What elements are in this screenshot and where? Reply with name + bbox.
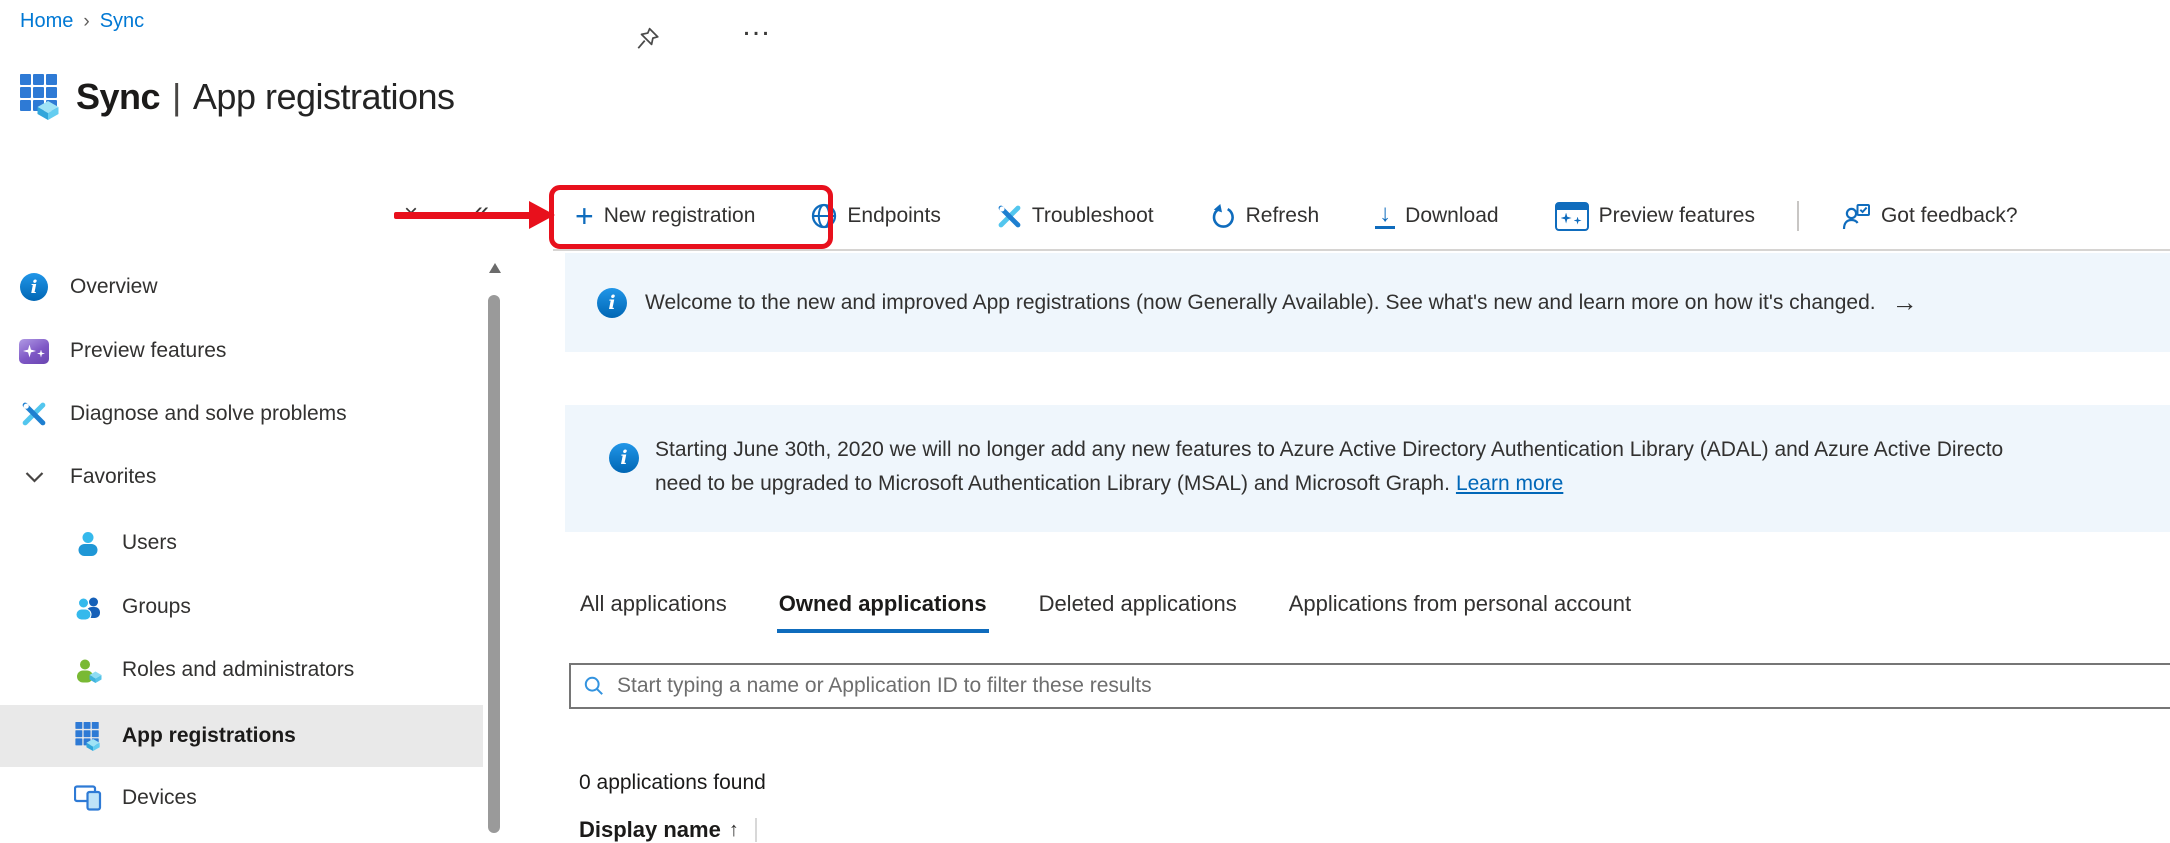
sidebar-item-label: Devices bbox=[122, 786, 197, 810]
got-feedback-label: Got feedback? bbox=[1881, 204, 2018, 228]
tab-all-applications[interactable]: All applications bbox=[578, 591, 729, 633]
filter-search-box bbox=[569, 663, 2170, 709]
preview-features-label: Preview features bbox=[1599, 204, 1755, 228]
refresh-icon bbox=[1210, 203, 1236, 229]
sidebar-item-overview[interactable]: i Overview bbox=[0, 265, 483, 309]
sidebar-item-label: Users bbox=[122, 531, 177, 555]
toolbar-underline bbox=[553, 249, 2170, 251]
toolbar-divider bbox=[1797, 201, 1799, 231]
sidebar-item-preview-features[interactable]: Preview features bbox=[0, 329, 483, 373]
search-icon bbox=[583, 675, 605, 697]
endpoints-label: Endpoints bbox=[847, 204, 940, 228]
welcome-banner-text: Welcome to the new and improved App regi… bbox=[645, 291, 1876, 315]
chevron-down-icon bbox=[18, 471, 50, 483]
feedback-person-icon bbox=[1841, 203, 1871, 230]
refresh-button[interactable]: Refresh bbox=[1210, 203, 1320, 229]
download-label: Download bbox=[1405, 204, 1498, 228]
preview-features-button[interactable]: Preview features bbox=[1555, 202, 1755, 231]
column-header-display-name[interactable]: Display name ↑ bbox=[579, 817, 757, 843]
group-icon bbox=[72, 594, 104, 620]
breadcrumb: Home › Sync bbox=[20, 10, 144, 33]
app-registrations-icon bbox=[72, 722, 104, 751]
sidebar-item-groups[interactable]: Groups bbox=[0, 585, 483, 629]
sidebar-item-app-registrations[interactable]: App registrations bbox=[0, 705, 483, 767]
adal-banner-line1: Starting June 30th, 2020 we will no long… bbox=[655, 433, 2003, 467]
refresh-label: Refresh bbox=[1246, 204, 1320, 228]
scrollbar-thumb[interactable] bbox=[488, 295, 500, 833]
learn-more-link[interactable]: Learn more bbox=[1456, 472, 1563, 495]
page-title: Sync | App registrations bbox=[76, 76, 455, 118]
tab-applications-personal-account[interactable]: Applications from personal account bbox=[1287, 591, 1633, 633]
sidebar-item-label: App registrations bbox=[122, 724, 296, 748]
breadcrumb-separator: › bbox=[83, 11, 89, 33]
display-name-label: Display name bbox=[579, 817, 721, 843]
tab-deleted-applications[interactable]: Deleted applications bbox=[1037, 591, 1239, 633]
info-icon: i bbox=[609, 443, 639, 473]
download-button[interactable]: ↓ Download bbox=[1375, 204, 1498, 229]
sidebar-item-users[interactable]: Users bbox=[0, 521, 483, 565]
sidebar-item-label: Overview bbox=[70, 275, 158, 299]
troubleshoot-button[interactable]: Troubleshoot bbox=[997, 204, 1154, 229]
breadcrumb-current-link[interactable]: Sync bbox=[100, 10, 144, 33]
sidebar-item-label: Roles and administrators bbox=[122, 658, 354, 682]
sidebar-menu: i Overview Preview features Diagnose and… bbox=[0, 255, 508, 835]
sidebar-item-diagnose[interactable]: Diagnose and solve problems bbox=[0, 392, 483, 436]
adal-banner-line2: need to be upgraded to Microsoft Authent… bbox=[655, 467, 2003, 501]
download-icon: ↓ bbox=[1375, 204, 1395, 229]
sidebar-group-label: Favorites bbox=[70, 465, 156, 489]
sidebar-item-label: Preview features bbox=[70, 339, 226, 363]
page-title-secondary: App registrations bbox=[193, 76, 455, 117]
tools-icon bbox=[18, 401, 50, 427]
page-header: Sync | App registrations bbox=[20, 52, 455, 142]
scrollbar-up-arrow-icon[interactable] bbox=[489, 263, 501, 273]
filter-input[interactable] bbox=[615, 673, 2170, 699]
adal-banner: i Starting June 30th, 2020 we will no lo… bbox=[565, 405, 2170, 532]
applications-tabs: All applications Owned applications Dele… bbox=[578, 591, 1633, 633]
tab-owned-applications[interactable]: Owned applications bbox=[777, 591, 989, 633]
column-divider bbox=[755, 818, 757, 842]
sidebar-item-label: Diagnose and solve problems bbox=[70, 402, 347, 426]
banner-arrow-link[interactable]: → bbox=[1892, 287, 1918, 318]
close-icon[interactable]: × bbox=[404, 200, 418, 228]
sidebar-item-label: Groups bbox=[122, 595, 191, 619]
troubleshoot-tools-icon bbox=[997, 204, 1022, 229]
endpoints-button[interactable]: Endpoints bbox=[811, 203, 940, 229]
command-bar: + New registration Endpoints Troubleshoo… bbox=[575, 190, 2018, 242]
devices-icon bbox=[72, 785, 104, 811]
sparkles-tile-icon bbox=[18, 339, 50, 364]
globe-icon bbox=[811, 203, 837, 229]
welcome-banner: i Welcome to the new and improved App re… bbox=[565, 253, 2170, 352]
more-options-icon[interactable]: … bbox=[735, 8, 780, 44]
info-icon: i bbox=[597, 288, 627, 318]
troubleshoot-label: Troubleshoot bbox=[1032, 204, 1154, 228]
plus-icon: + bbox=[575, 205, 594, 227]
page-title-separator: | bbox=[172, 76, 181, 117]
sort-ascending-icon: ↑ bbox=[729, 819, 739, 842]
sidebar-item-roles[interactable]: Roles and administrators bbox=[0, 648, 483, 692]
results-count: 0 applications found bbox=[579, 771, 766, 795]
sidebar-item-devices[interactable]: Devices bbox=[0, 776, 483, 820]
sidebar-scrollbar[interactable] bbox=[486, 255, 503, 835]
sidebar-group-favorites[interactable]: Favorites bbox=[0, 455, 483, 499]
role-person-cube-icon bbox=[72, 657, 104, 683]
pin-icon[interactable] bbox=[635, 26, 661, 52]
breadcrumb-home-link[interactable]: Home bbox=[20, 10, 73, 33]
new-registration-button[interactable]: + New registration bbox=[575, 204, 755, 228]
collapse-menu-icon[interactable]: « bbox=[474, 196, 489, 227]
page-title-primary: Sync bbox=[76, 76, 160, 117]
user-icon bbox=[72, 530, 104, 556]
info-circle-icon: i bbox=[18, 273, 50, 301]
preview-window-icon bbox=[1555, 202, 1589, 231]
app-registrations-icon bbox=[20, 74, 60, 120]
new-registration-label: New registration bbox=[604, 204, 756, 228]
annotation-arrow-head bbox=[529, 201, 555, 229]
got-feedback-button[interactable]: Got feedback? bbox=[1841, 203, 2018, 230]
